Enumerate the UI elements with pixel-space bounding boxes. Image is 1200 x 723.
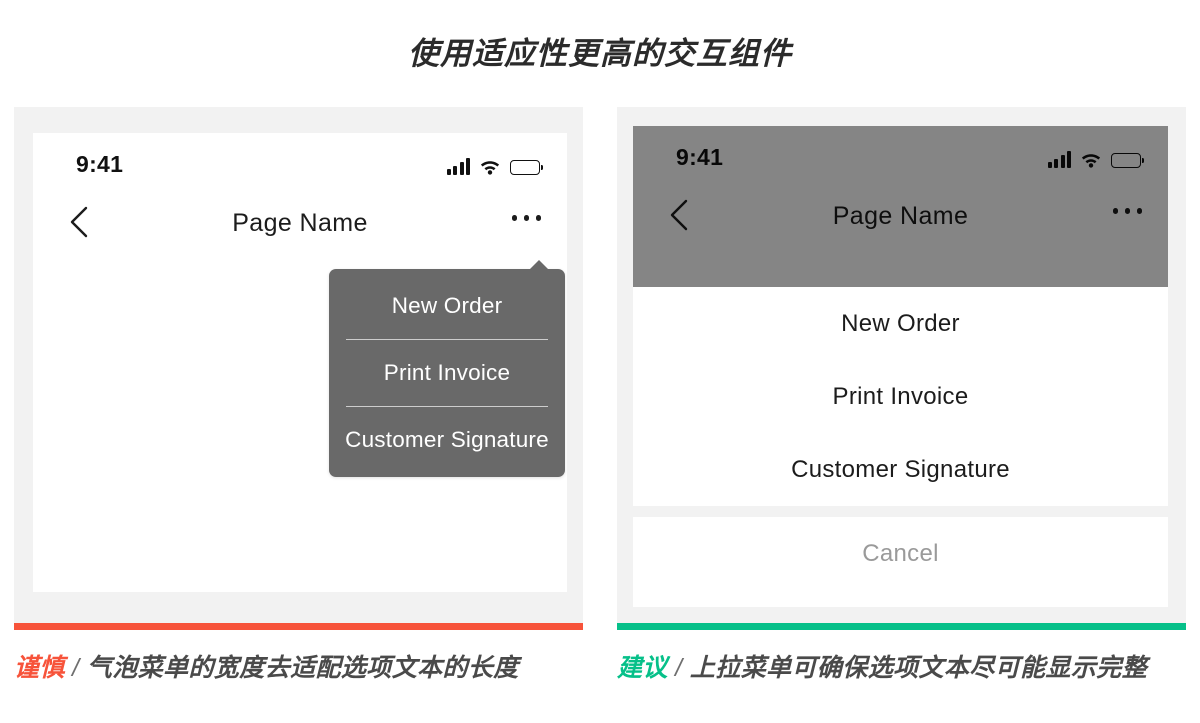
popover-item-print-invoice[interactable]: Print Invoice: [329, 340, 565, 406]
wifi-icon: [480, 161, 500, 175]
signal-bars-icon: [446, 158, 470, 175]
sheet-item-new-order[interactable]: New Order: [633, 287, 1168, 360]
accent-bar-bad: [14, 623, 583, 630]
phone-screen-good: 9:41 Page Name New Order Print Invoice C…: [633, 126, 1168, 607]
popover-item-customer-signature[interactable]: Customer Signature: [329, 407, 565, 473]
status-icons: [446, 155, 543, 175]
battery-full-icon: [510, 160, 543, 175]
page-title: 使用适应性更高的交互组件: [408, 36, 792, 71]
example-panel-bad: 9:41 Page Name New Order Print Invoice C…: [14, 107, 583, 623]
caption-text-good: 上拉菜单可确保选项文本尽可能显示完整: [689, 654, 1148, 682]
nav-bar: Page Name: [33, 195, 567, 257]
more-horizontal-icon[interactable]: [511, 215, 541, 221]
phone-card-bad: 9:41 Page Name New Order Print Invoice C…: [14, 107, 583, 623]
status-time: 9:41: [76, 151, 124, 177]
caption-good: 建议 / 上拉菜单可确保选项文本尽可能显示完整: [617, 648, 1147, 684]
example-panel-good: 9:41 Page Name New Order Print Invoice C…: [617, 107, 1186, 623]
accent-bar-good: [617, 623, 1186, 630]
caption-tag-good: 建议: [617, 654, 668, 682]
status-bar: 9:41: [33, 133, 567, 195]
sheet-item-print-invoice[interactable]: Print Invoice: [633, 360, 1168, 433]
dim-overlay[interactable]: [633, 126, 1168, 287]
caption-bad: 谨慎 / 气泡菜单的宽度去适配选项文本的长度: [14, 648, 519, 684]
caption-separator: /: [675, 654, 683, 682]
popover-caret-icon: [529, 260, 549, 270]
popover-item-new-order[interactable]: New Order: [329, 273, 565, 339]
popover-menu: New Order Print Invoice Customer Signatu…: [329, 260, 565, 477]
phone-card-good: 9:41 Page Name New Order Print Invoice C…: [617, 107, 1186, 623]
cancel-button[interactable]: Cancel: [633, 517, 1168, 590]
action-sheet-options: New Order Print Invoice Customer Signatu…: [633, 287, 1168, 506]
sheet-item-customer-signature[interactable]: Customer Signature: [633, 433, 1168, 506]
caption-text-bad: 气泡菜单的宽度去适配选项文本的长度: [86, 654, 519, 682]
action-sheet-gap: [633, 506, 1168, 517]
caption-separator: /: [72, 654, 80, 682]
phone-screen-bad: 9:41 Page Name New Order Print Invoice C…: [33, 133, 567, 592]
page-name-title: Page Name: [232, 209, 368, 237]
popover-body: New Order Print Invoice Customer Signatu…: [329, 269, 565, 477]
caption-tag-bad: 谨慎: [14, 654, 65, 682]
action-sheet: New Order Print Invoice Customer Signatu…: [633, 287, 1168, 590]
